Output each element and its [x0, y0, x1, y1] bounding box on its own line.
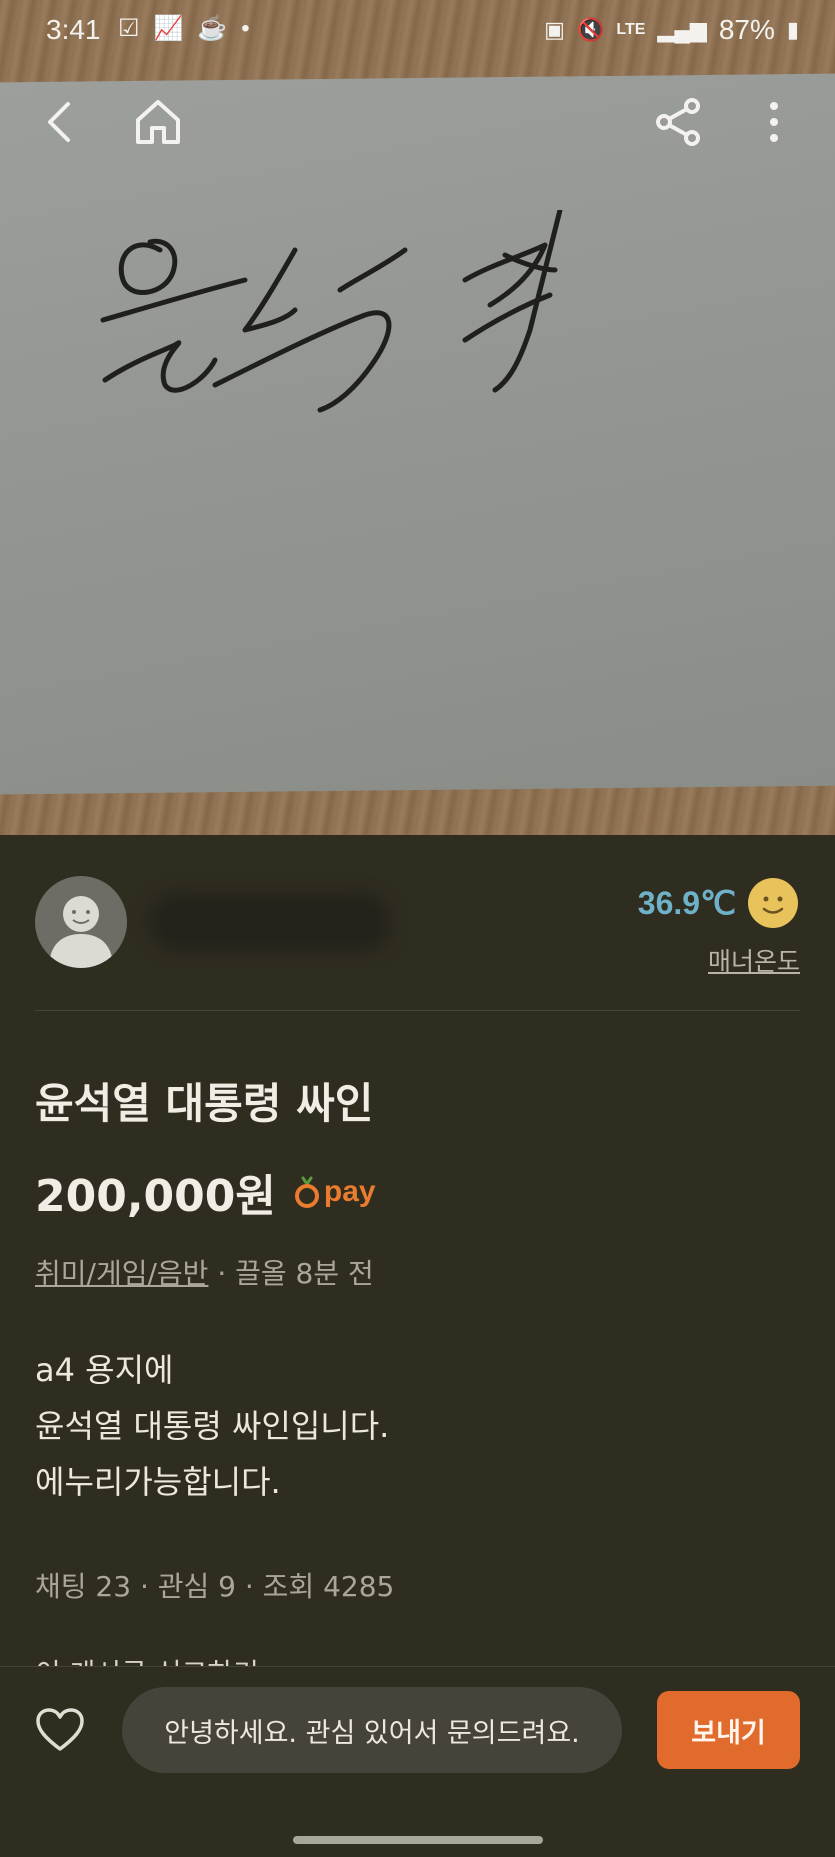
status-time: 3:41: [46, 14, 101, 45]
seller-name-redacted: [150, 894, 390, 950]
price-row: 200,000원 pay: [35, 1160, 376, 1224]
bottom-action-bar: 안녕하세요. 관심 있어서 문의드려요. 보내기: [0, 1666, 835, 1857]
check-icon: ☑: [118, 15, 140, 42]
more-button[interactable]: [742, 90, 806, 154]
chart-icon: 📈: [153, 15, 184, 42]
post-title: 윤석열 대통령 싸인: [35, 1079, 374, 1128]
like-button[interactable]: [34, 1705, 86, 1757]
status-left-icons: ☑ 📈 ☕ •: [118, 14, 250, 43]
divider: [35, 1010, 800, 1011]
post-description: a4 용지에 윤석열 대통령 싸인입니다. 에누리가능합니다.: [35, 1342, 389, 1510]
default-avatar-icon: [49, 896, 113, 968]
share-icon: [656, 98, 700, 146]
share-button[interactable]: [646, 90, 710, 154]
home-icon: [136, 100, 180, 144]
post-stats: 채팅 23 · 관심 9 · 조회 4285: [35, 1570, 395, 1603]
post-meta: 취미/게임/음반 · 끌올 8분 전: [35, 1252, 374, 1292]
pay-badge: pay: [294, 1174, 376, 1210]
more-icon: [770, 102, 778, 142]
handwritten-signature: [100, 210, 563, 413]
seller-profile[interactable]: 36.9℃ 매너온도: [35, 876, 800, 976]
lte-icon: LTE: [616, 21, 646, 38]
signal-icon: ▂▄▆: [657, 17, 707, 42]
battery-saver-icon: ▣: [544, 17, 565, 42]
top-navigation: [0, 90, 835, 160]
description-line: 에누리가능합니다.: [35, 1463, 281, 1501]
battery-percentage: 87%: [718, 14, 775, 45]
home-indicator[interactable]: [293, 1836, 543, 1844]
pay-label: pay: [323, 1175, 376, 1208]
status-bar: 3:41 ☑ 📈 ☕ • ▣ 🔇 LTE ▂▄▆ 87% ▮: [0, 0, 835, 62]
dot-icon: •: [241, 14, 250, 42]
home-button[interactable]: [126, 90, 190, 154]
quick-chat-message[interactable]: 안녕하세요. 관심 있어서 문의드려요.: [122, 1687, 622, 1773]
description-line: 윤석열 대통령 싸인입니다.: [35, 1407, 390, 1445]
price: 200,000원: [35, 1171, 276, 1222]
bump-time: · 끌올 8분 전: [208, 1257, 374, 1290]
carrot-pay-icon: [294, 1176, 319, 1208]
manner-temperature-label[interactable]: 매너온도: [708, 942, 800, 978]
heart-icon: [36, 1708, 84, 1751]
avatar[interactable]: [35, 876, 127, 968]
manner-temperature[interactable]: 36.9℃ 매너온도: [638, 876, 800, 978]
category-link[interactable]: 취미/게임/음반: [35, 1257, 208, 1290]
description-line: a4 용지에: [35, 1351, 174, 1389]
back-button[interactable]: [28, 90, 92, 154]
temperature-value: 36.9℃: [637, 885, 736, 921]
status-right-icons: ▣ 🔇 LTE ▂▄▆ 87% ▮: [544, 14, 799, 46]
coffee-icon: ☕: [197, 15, 228, 42]
mute-icon: 🔇: [576, 17, 605, 42]
send-button[interactable]: 보내기: [657, 1691, 800, 1769]
battery-icon: ▮: [786, 17, 799, 42]
back-icon: [48, 102, 70, 142]
smile-face-icon: [748, 878, 798, 928]
